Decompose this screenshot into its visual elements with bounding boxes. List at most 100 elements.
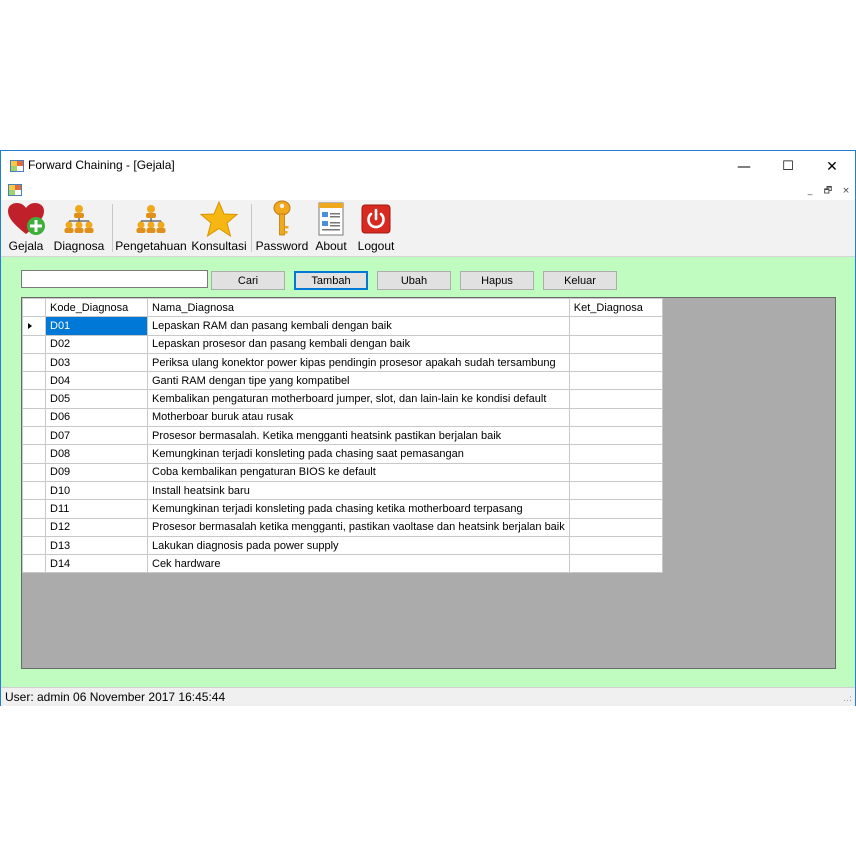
cell-nama[interactable]: Periksa ulang konektor power kipas pendi… xyxy=(147,352,570,373)
power-icon xyxy=(361,204,391,234)
cell-kode[interactable]: D01 xyxy=(45,316,148,336)
table-row[interactable]: D14 Cek hardware xyxy=(22,554,663,574)
cell-nama[interactable]: Prosesor bermasalah. Ketika mengganti he… xyxy=(147,426,570,446)
table-row[interactable]: D04 Ganti RAM dengan tipe yang kompatibel xyxy=(22,371,663,391)
mdi-minimize-button[interactable]: _ xyxy=(803,185,817,198)
minimize-button[interactable]: — xyxy=(722,151,766,182)
table-row[interactable]: D02 Lepaskan prosesor dan pasang kembali … xyxy=(22,334,663,354)
cell-nama[interactable]: Prosesor bermasalah ketika mengganti, pa… xyxy=(147,517,570,537)
cell-kode[interactable]: D14 xyxy=(45,554,148,574)
cell-kode[interactable]: D13 xyxy=(45,535,148,556)
table-row[interactable]: D05 Kembalikan pengaturan motherboard jum… xyxy=(22,389,663,409)
data-table: Kode_Diagnosa Nama_Diagnosa Ket_Diagnosa… xyxy=(22,297,663,574)
cell-ket[interactable] xyxy=(568,371,663,391)
cell-ket[interactable] xyxy=(568,462,663,482)
row-header-corner[interactable] xyxy=(22,297,46,318)
row-header[interactable] xyxy=(22,517,46,537)
row-header[interactable] xyxy=(22,444,46,464)
column-header-kode[interactable]: Kode_Diagnosa xyxy=(45,297,148,318)
maximize-button[interactable]: ☐ xyxy=(766,151,810,182)
cell-ket[interactable] xyxy=(568,407,663,428)
row-header[interactable] xyxy=(22,426,46,446)
cell-ket[interactable] xyxy=(568,426,663,446)
cell-nama[interactable]: Kemungkinan terjadi konsleting pada chas… xyxy=(147,444,570,464)
toolbar-password-button[interactable]: Password xyxy=(256,200,308,256)
title-bar[interactable]: Forward Chaining - [Gejala] — ☐ ✕ xyxy=(1,151,855,182)
cell-ket[interactable] xyxy=(568,535,663,556)
cell-kode[interactable]: D10 xyxy=(45,480,148,501)
toolbar-diagnosa-button[interactable]: Diagnosa xyxy=(54,200,104,256)
toolbar-gejala-label: Gejala xyxy=(8,239,44,253)
toolbar-pengetahuan-button[interactable]: Pengetahuan xyxy=(115,200,187,256)
ubah-button[interactable]: Ubah xyxy=(377,271,451,290)
cell-kode[interactable]: D03 xyxy=(45,352,148,373)
cell-ket[interactable] xyxy=(568,517,663,537)
row-header[interactable] xyxy=(22,334,46,354)
cell-nama[interactable]: Lepaskan prosesor dan pasang kembali den… xyxy=(147,334,570,354)
cell-kode[interactable]: D06 xyxy=(45,407,148,428)
cell-kode[interactable]: D12 xyxy=(45,517,148,537)
mdi-child-icon[interactable] xyxy=(8,184,22,196)
cell-ket[interactable] xyxy=(568,316,663,336)
toolbar-logout-button[interactable]: Logout xyxy=(356,200,396,256)
diagnosa-datagrid[interactable]: Kode_Diagnosa Nama_Diagnosa Ket_Diagnosa… xyxy=(21,297,836,669)
table-row[interactable]: D03 Periksa ulang konektor power kipas pe… xyxy=(22,352,663,373)
table-row[interactable]: D07 Prosesor bermasalah. Ketika mengganti… xyxy=(22,426,663,446)
cell-nama[interactable]: Lakukan diagnosis pada power supply xyxy=(147,535,570,556)
cell-nama[interactable]: Ganti RAM dengan tipe yang kompatibel xyxy=(147,371,570,391)
cell-ket[interactable] xyxy=(568,480,663,501)
cell-ket[interactable] xyxy=(568,444,663,464)
row-header[interactable] xyxy=(22,389,46,409)
cell-nama[interactable]: Kembalikan pengaturan motherboard jumper… xyxy=(147,389,570,409)
toolbar-about-button[interactable]: About xyxy=(314,200,348,256)
cell-ket[interactable] xyxy=(568,554,663,574)
cell-ket[interactable] xyxy=(568,334,663,354)
cell-nama[interactable]: Lepaskan RAM dan pasang kembali dengan b… xyxy=(147,316,570,336)
toolbar-gejala-button[interactable]: Gejala xyxy=(7,200,45,256)
cari-button[interactable]: Cari xyxy=(211,271,285,290)
cell-kode[interactable]: D09 xyxy=(45,462,148,482)
mdi-close-button[interactable]: × xyxy=(839,185,853,198)
row-header[interactable] xyxy=(22,371,46,391)
cell-nama[interactable]: Coba kembalikan pengaturan BIOS ke defau… xyxy=(147,462,570,482)
cell-ket[interactable] xyxy=(568,352,663,373)
search-input[interactable] xyxy=(21,270,208,288)
row-header[interactable] xyxy=(22,480,46,501)
column-header-nama[interactable]: Nama_Diagnosa xyxy=(147,297,570,318)
table-row[interactable]: D08 Kemungkinan terjadi konsleting pada c… xyxy=(22,444,663,464)
cell-nama[interactable]: Kemungkinan terjadi konsleting pada chas… xyxy=(147,499,570,519)
close-button[interactable]: ✕ xyxy=(810,151,854,182)
cell-kode[interactable]: D05 xyxy=(45,389,148,409)
tambah-button[interactable]: Tambah xyxy=(294,271,368,290)
table-row[interactable]: D01 Lepaskan RAM dan pasang kembali denga… xyxy=(22,316,663,336)
table-row[interactable]: D13 Lakukan diagnosis pada power supply xyxy=(22,535,663,556)
cell-ket[interactable] xyxy=(568,499,663,519)
table-row[interactable]: D06 Motherboar buruk atau rusak xyxy=(22,407,663,428)
mdi-restore-button[interactable]: 🗗 xyxy=(821,185,835,198)
column-header-ket[interactable]: Ket_Diagnosa xyxy=(568,297,663,318)
cell-kode[interactable]: D07 xyxy=(45,426,148,446)
row-header[interactable] xyxy=(22,316,46,336)
table-row[interactable]: D11 Kemungkinan terjadi konsleting pada c… xyxy=(22,499,663,519)
cell-kode[interactable]: D08 xyxy=(45,444,148,464)
table-row[interactable]: D12 Prosesor bermasalah ketika mengganti,… xyxy=(22,517,663,537)
hapus-button[interactable]: Hapus xyxy=(460,271,534,290)
table-row[interactable]: D09 Coba kembalikan pengaturan BIOS ke de… xyxy=(22,462,663,482)
cell-ket[interactable] xyxy=(568,389,663,409)
cell-nama[interactable]: Install heatsink baru xyxy=(147,480,570,501)
row-header[interactable] xyxy=(22,499,46,519)
cell-kode[interactable]: D02 xyxy=(45,334,148,354)
cell-kode[interactable]: D04 xyxy=(45,371,148,391)
toolbar-konsultasi-button[interactable]: Konsultasi xyxy=(191,200,247,256)
table-row[interactable]: D10 Install heatsink baru xyxy=(22,480,663,501)
resize-grip[interactable]: ..: xyxy=(843,694,852,704)
cell-nama[interactable]: Motherboar buruk atau rusak xyxy=(147,407,570,428)
row-header[interactable] xyxy=(22,407,46,428)
row-header[interactable] xyxy=(22,352,46,373)
cell-kode[interactable]: D11 xyxy=(45,499,148,519)
keluar-button[interactable]: Keluar xyxy=(543,271,617,290)
row-header[interactable] xyxy=(22,535,46,556)
cell-nama[interactable]: Cek hardware xyxy=(147,554,570,574)
row-header[interactable] xyxy=(22,462,46,482)
row-header[interactable] xyxy=(22,554,46,574)
